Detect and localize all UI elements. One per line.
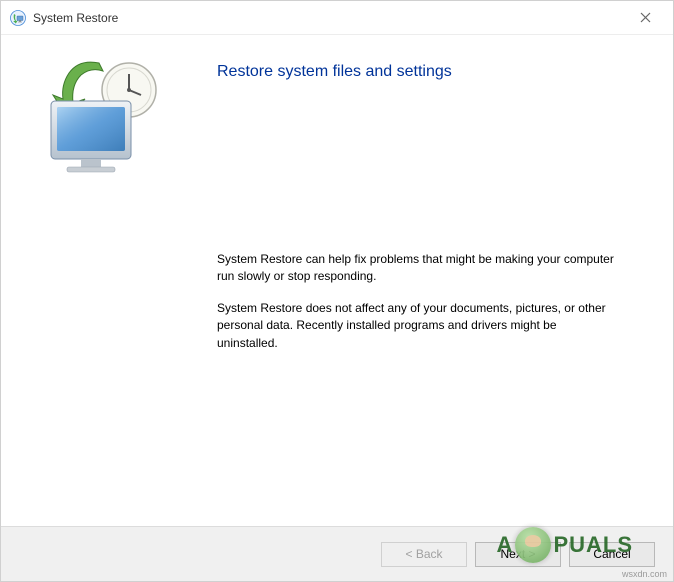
wizard-window: System Restore [0, 0, 674, 582]
footer: < Back Next > Cancel [1, 526, 673, 581]
window-title: System Restore [33, 11, 625, 25]
paragraph-1: System Restore can help fix problems tha… [217, 251, 617, 286]
system-restore-graphic [21, 55, 176, 180]
sidebar [1, 35, 189, 526]
content-area: Restore system files and settings System… [1, 35, 673, 526]
next-button[interactable]: Next > [475, 542, 561, 567]
close-button[interactable] [625, 4, 665, 32]
cancel-button[interactable]: Cancel [569, 542, 655, 567]
body-text: System Restore can help fix problems tha… [217, 251, 617, 352]
system-restore-icon [9, 9, 27, 27]
titlebar: System Restore [1, 1, 673, 35]
paragraph-2: System Restore does not affect any of yo… [217, 300, 617, 352]
watermark-source: wsxdn.com [622, 569, 667, 579]
main-panel: Restore system files and settings System… [189, 35, 673, 526]
page-heading: Restore system files and settings [217, 63, 633, 81]
close-icon [640, 12, 651, 23]
back-button: < Back [381, 542, 467, 567]
